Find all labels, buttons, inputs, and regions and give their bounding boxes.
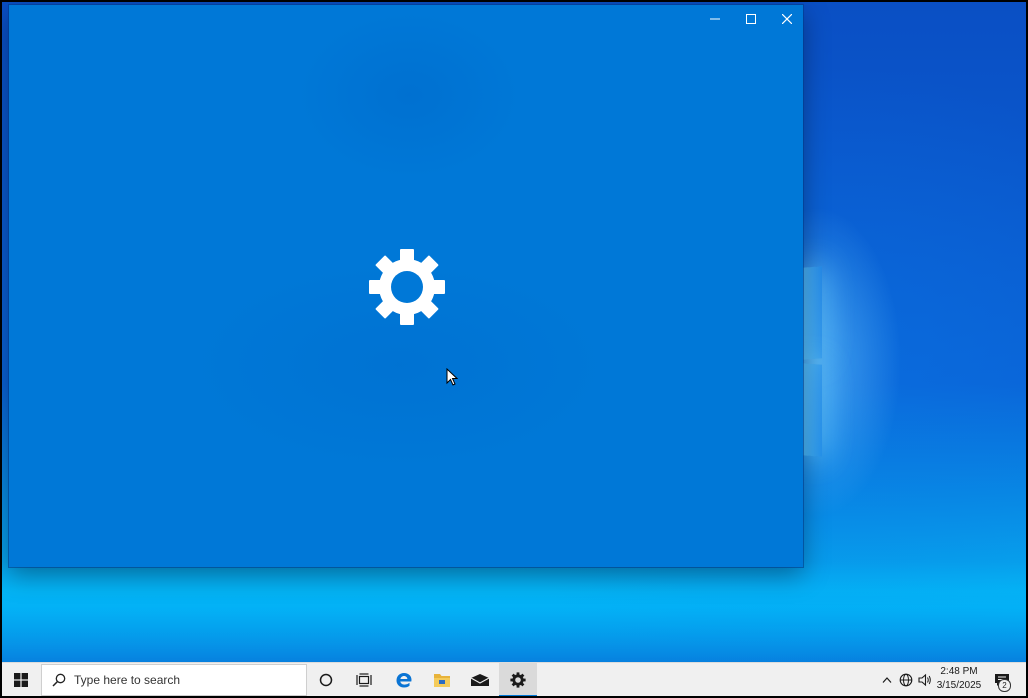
- edge-taskbar-button[interactable]: [385, 663, 423, 696]
- maximize-icon: [746, 14, 756, 24]
- desktop: Type here to search 2:48 PM 3/15/2025 2: [2, 2, 1026, 696]
- search-icon: [52, 673, 66, 687]
- close-icon: [782, 14, 792, 24]
- volume-icon: [918, 673, 931, 687]
- notification-count-badge: 2: [998, 679, 1011, 692]
- start-button[interactable]: [2, 663, 40, 696]
- settings-taskbar-button[interactable]: [499, 663, 537, 696]
- mail-icon: [470, 674, 490, 686]
- cortana-button[interactable]: [308, 663, 344, 696]
- volume-button[interactable]: [916, 663, 934, 696]
- file-explorer-icon: [434, 674, 450, 687]
- close-button[interactable]: [769, 5, 805, 33]
- wallpaper-logo-pane: [802, 363, 822, 457]
- show-hidden-icons-button[interactable]: [878, 663, 896, 696]
- clock[interactable]: 2:48 PM 3/15/2025: [934, 665, 984, 695]
- cortana-icon: [319, 673, 333, 687]
- network-button[interactable]: [897, 663, 915, 696]
- windows-logo-icon: [14, 673, 28, 687]
- task-view-icon: [356, 673, 372, 687]
- search-box[interactable]: Type here to search: [41, 664, 307, 696]
- action-center-button[interactable]: 2: [988, 663, 1016, 696]
- network-icon: [899, 673, 913, 687]
- maximize-button[interactable]: [733, 5, 769, 33]
- taskbar: Type here to search 2:48 PM 3/15/2025 2: [2, 662, 1026, 696]
- minimize-button[interactable]: [697, 5, 733, 33]
- clock-date: 3/15/2025: [936, 680, 982, 691]
- file-explorer-taskbar-button[interactable]: [423, 663, 461, 696]
- minimize-icon: [710, 18, 720, 20]
- mail-taskbar-button[interactable]: [461, 663, 499, 696]
- wallpaper-horizon: [2, 562, 1026, 662]
- chevron-up-icon: [882, 677, 892, 683]
- search-placeholder: Type here to search: [74, 673, 181, 687]
- task-view-button[interactable]: [346, 663, 382, 696]
- mouse-cursor-icon: [446, 368, 458, 386]
- settings-icon: [510, 672, 526, 688]
- settings-window[interactable]: [9, 5, 803, 567]
- wallpaper-logo-pane: [802, 266, 822, 360]
- gear-icon: [369, 249, 445, 325]
- edge-icon: [396, 673, 412, 688]
- clock-time: 2:48 PM: [940, 666, 978, 677]
